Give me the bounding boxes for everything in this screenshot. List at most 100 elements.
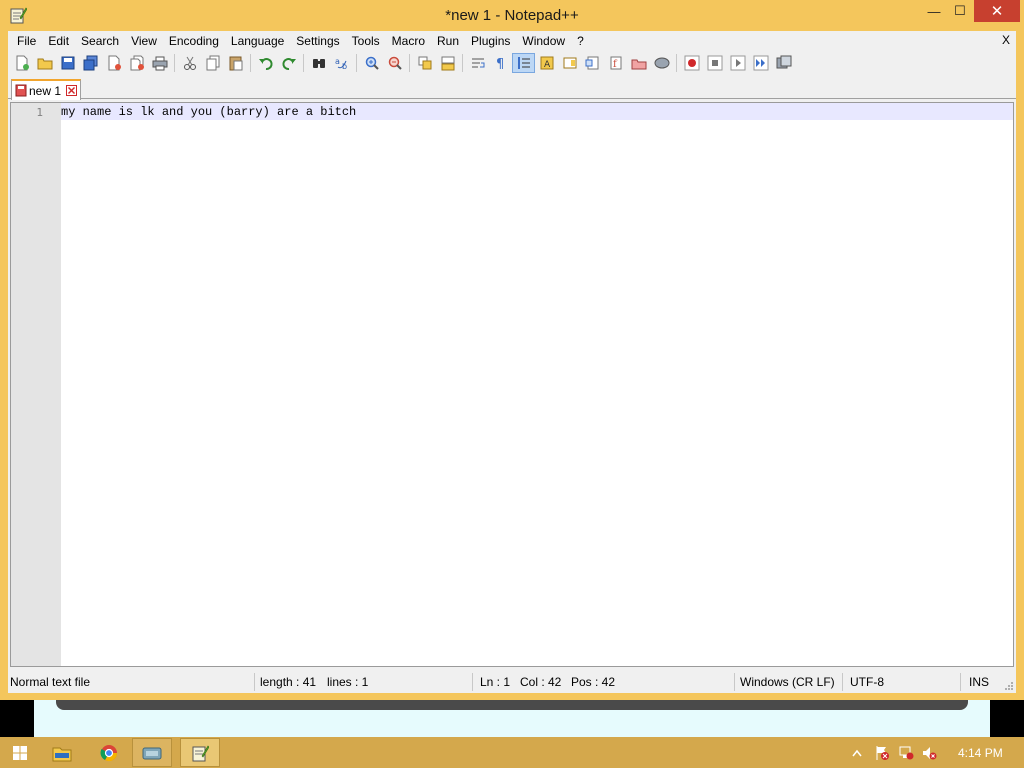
menu-plugins[interactable]: Plugins bbox=[465, 31, 516, 51]
status-ln: Ln : 1 bbox=[480, 675, 511, 689]
menu-window[interactable]: Window bbox=[516, 31, 571, 51]
maximize-button[interactable]: ☐ bbox=[946, 0, 974, 22]
folder-icon bbox=[52, 747, 72, 761]
resize-grip-icon[interactable] bbox=[1004, 681, 1014, 691]
menu-settings[interactable]: Settings bbox=[290, 31, 345, 51]
undo-icon[interactable] bbox=[254, 53, 277, 73]
app-window-icon bbox=[142, 747, 162, 759]
doc-switcher-icon[interactable] bbox=[627, 53, 650, 73]
show-hidden-icons-icon[interactable] bbox=[849, 745, 865, 761]
svg-text:A: A bbox=[544, 60, 551, 70]
line-number: 1 bbox=[36, 106, 43, 119]
function-list-icon[interactable] bbox=[581, 53, 604, 73]
action-center-flag-icon[interactable] bbox=[874, 745, 890, 761]
save-icon[interactable] bbox=[56, 53, 79, 73]
close-window-button[interactable]: ✕ bbox=[974, 0, 1020, 22]
folder-workspace-icon[interactable]: f bbox=[604, 53, 627, 73]
status-lines: lines : 1 bbox=[327, 675, 369, 689]
start-button[interactable] bbox=[0, 738, 40, 767]
find-icon[interactable] bbox=[307, 53, 330, 73]
replace-icon[interactable]: ab bbox=[330, 53, 353, 73]
toolbar-separator bbox=[462, 54, 463, 72]
show-all-chars-icon[interactable]: ¶ bbox=[489, 53, 512, 73]
windows-logo-icon bbox=[13, 745, 27, 760]
new-file-icon[interactable] bbox=[10, 53, 33, 73]
zoom-out-icon[interactable] bbox=[383, 53, 406, 73]
zoom-in-icon[interactable] bbox=[360, 53, 383, 73]
taskbar-notepadpp[interactable] bbox=[180, 738, 220, 767]
record-macro-icon[interactable] bbox=[680, 53, 703, 73]
menu-view[interactable]: View bbox=[125, 31, 163, 51]
toolbar-separator bbox=[303, 54, 304, 72]
menu-encoding[interactable]: Encoding bbox=[163, 31, 225, 51]
menu-tools[interactable]: Tools bbox=[346, 31, 386, 51]
network-icon[interactable] bbox=[898, 745, 914, 761]
tab-new-1[interactable]: new 1 bbox=[11, 79, 81, 100]
stop-macro-icon[interactable] bbox=[703, 53, 726, 73]
tab-close-icon[interactable] bbox=[66, 85, 78, 96]
close-icon[interactable] bbox=[102, 53, 125, 73]
status-file-type: Normal text file bbox=[10, 675, 91, 689]
taskbar: 4:14 PM bbox=[0, 737, 1024, 768]
udl-icon[interactable]: A bbox=[535, 53, 558, 73]
status-col: Col : 42 bbox=[520, 675, 562, 689]
open-file-icon[interactable] bbox=[33, 53, 56, 73]
run-macro-multiple-icon[interactable] bbox=[749, 53, 772, 73]
menu-edit[interactable]: Edit bbox=[42, 31, 75, 51]
menu-language[interactable]: Language bbox=[225, 31, 290, 51]
volume-muted-icon[interactable] bbox=[921, 745, 937, 761]
paste-icon[interactable] bbox=[224, 53, 247, 73]
status-separator bbox=[734, 673, 735, 691]
taskbar-chrome[interactable] bbox=[89, 738, 129, 767]
close-document-button[interactable]: X bbox=[1002, 33, 1010, 47]
status-insert-mode: INS bbox=[969, 675, 990, 689]
taskbar-file-explorer[interactable] bbox=[42, 738, 82, 767]
status-separator bbox=[960, 673, 961, 691]
menu-run[interactable]: Run bbox=[431, 31, 465, 51]
chrome-icon bbox=[100, 744, 118, 761]
background-window-edge bbox=[56, 700, 968, 710]
status-length: length : 41 bbox=[260, 675, 317, 689]
modified-file-icon bbox=[15, 84, 27, 97]
menu-macro[interactable]: Macro bbox=[386, 31, 431, 51]
status-bar: Normal text file length : 41 lines : 1 L… bbox=[8, 671, 1016, 693]
print-icon[interactable] bbox=[148, 53, 171, 73]
toolbar-separator bbox=[356, 54, 357, 72]
toolbar-separator bbox=[409, 54, 410, 72]
background-window-strip bbox=[0, 700, 1024, 737]
sync-horizontal-icon[interactable] bbox=[436, 53, 459, 73]
save-macro-icon[interactable] bbox=[772, 53, 795, 73]
editor-text-line[interactable]: my name is lk and you (barry) are a bitc… bbox=[61, 105, 356, 119]
line-number-gutter[interactable]: 1 bbox=[11, 103, 61, 666]
monitoring-icon[interactable] bbox=[650, 53, 673, 73]
minimize-button[interactable]: — bbox=[920, 0, 948, 22]
word-wrap-icon[interactable] bbox=[466, 53, 489, 73]
menu-search[interactable]: Search bbox=[75, 31, 125, 51]
sync-vertical-icon[interactable] bbox=[413, 53, 436, 73]
toolbar-separator bbox=[174, 54, 175, 72]
status-separator bbox=[842, 673, 843, 691]
play-macro-icon[interactable] bbox=[726, 53, 749, 73]
status-encoding: UTF-8 bbox=[850, 675, 884, 689]
redo-icon[interactable] bbox=[277, 53, 300, 73]
menu-help[interactable]: ? bbox=[571, 31, 590, 51]
taskbar-app[interactable] bbox=[132, 738, 172, 767]
toolbar-separator bbox=[676, 54, 677, 72]
cut-icon[interactable] bbox=[178, 53, 201, 73]
menu-file[interactable]: File bbox=[11, 31, 42, 51]
app-client-area: File Edit Search View Encoding Language … bbox=[8, 31, 1016, 693]
close-all-icon[interactable] bbox=[125, 53, 148, 73]
copy-icon[interactable] bbox=[201, 53, 224, 73]
notepadpp-window: *new 1 - Notepad++ — ☐ ✕ File Edit Searc… bbox=[0, 0, 1024, 700]
window-title: *new 1 - Notepad++ bbox=[445, 7, 579, 24]
taskbar-clock[interactable]: 4:14 PM bbox=[958, 746, 1003, 760]
tab-bar: new 1 bbox=[8, 77, 1016, 100]
doc-map-icon[interactable] bbox=[558, 53, 581, 73]
save-all-icon[interactable] bbox=[79, 53, 102, 73]
status-separator bbox=[254, 673, 255, 691]
svg-text:¶: ¶ bbox=[496, 57, 504, 71]
tab-label: new 1 bbox=[29, 83, 62, 98]
title-bar[interactable]: *new 1 - Notepad++ — ☐ ✕ bbox=[0, 0, 1024, 31]
indent-guide-icon[interactable] bbox=[512, 53, 535, 73]
text-editor[interactable]: 1 my name is lk and you (barry) are a bi… bbox=[10, 102, 1014, 667]
